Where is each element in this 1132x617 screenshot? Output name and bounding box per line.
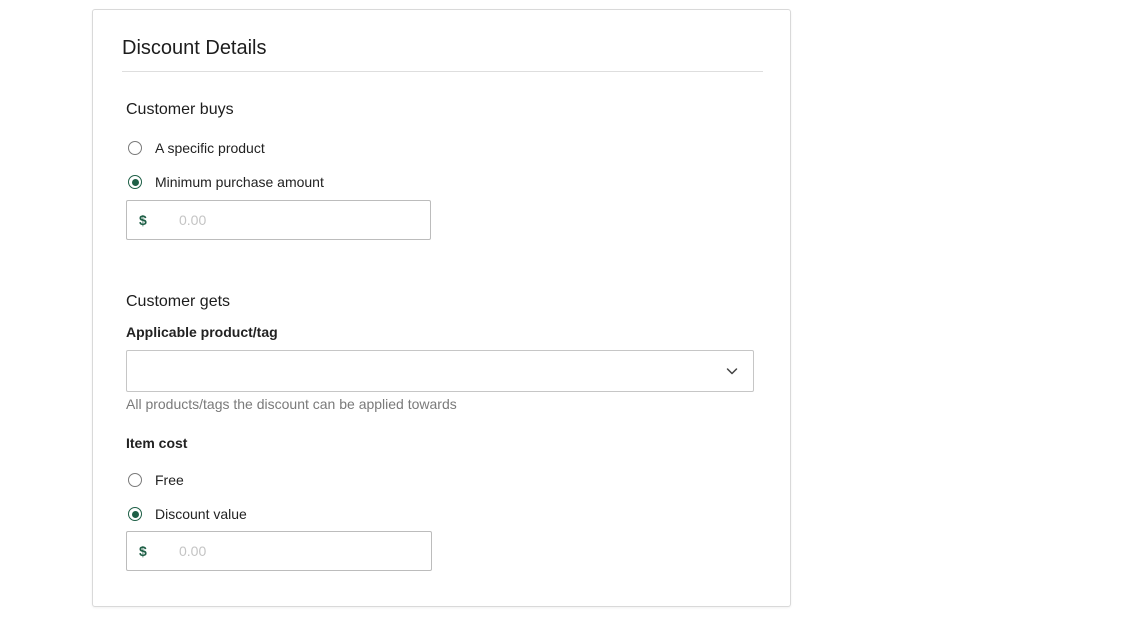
discount-details-card: Discount Details Customer buys A specifi… bbox=[92, 9, 791, 607]
radio-discount-value-circle[interactable] bbox=[128, 507, 142, 521]
currency-symbol: $ bbox=[139, 543, 147, 559]
currency-symbol: $ bbox=[139, 212, 147, 228]
radio-minimum-purchase-label: Minimum purchase amount bbox=[155, 174, 324, 190]
customer-buys-title: Customer buys bbox=[126, 101, 234, 118]
minimum-purchase-amount-input[interactable] bbox=[177, 211, 401, 229]
discount-value-amount-field[interactable]: $ bbox=[126, 531, 432, 571]
item-cost-label: Item cost bbox=[126, 435, 188, 451]
card-title: Discount Details bbox=[122, 37, 267, 59]
radio-free-label: Free bbox=[155, 472, 184, 488]
radio-specific-product[interactable]: A specific product bbox=[128, 140, 265, 156]
radio-free[interactable]: Free bbox=[128, 472, 184, 488]
chevron-down-icon[interactable] bbox=[725, 364, 739, 378]
radio-specific-product-circle[interactable] bbox=[128, 141, 142, 155]
title-divider bbox=[122, 71, 763, 72]
radio-minimum-purchase[interactable]: Minimum purchase amount bbox=[128, 174, 324, 190]
discount-value-amount-input[interactable] bbox=[177, 542, 401, 560]
radio-specific-product-label: A specific product bbox=[155, 140, 265, 156]
radio-discount-value-label: Discount value bbox=[155, 506, 247, 522]
radio-free-circle[interactable] bbox=[128, 473, 142, 487]
radio-minimum-purchase-circle[interactable] bbox=[128, 175, 142, 189]
applicable-product-tag-label: Applicable product/tag bbox=[126, 324, 278, 340]
radio-discount-value[interactable]: Discount value bbox=[128, 506, 247, 522]
applicable-product-tag-select[interactable] bbox=[126, 350, 754, 392]
minimum-purchase-amount-field[interactable]: $ bbox=[126, 200, 431, 240]
customer-gets-title: Customer gets bbox=[126, 293, 231, 310]
applicable-product-tag-helper: All products/tags the discount can be ap… bbox=[126, 396, 457, 412]
